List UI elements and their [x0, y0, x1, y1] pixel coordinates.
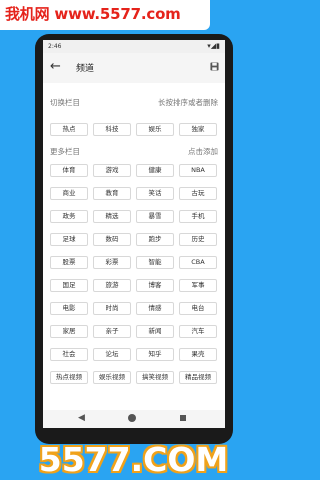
watermark-banner-top: 我机网 www.5577.com	[0, 0, 210, 30]
more-channel-chip[interactable]: 股票	[50, 256, 88, 269]
status-time: 2:46	[48, 43, 62, 50]
my-channel-chip[interactable]: 热点	[50, 123, 88, 136]
more-channel-chip[interactable]: 果壳	[179, 348, 217, 361]
more-channel-chip[interactable]: 精品视频	[179, 371, 217, 384]
navigation-bar: ◀	[43, 410, 225, 428]
my-channel-chip[interactable]: 科技	[93, 123, 131, 136]
signal-battery-icon: ▾◢▮	[207, 42, 220, 50]
more-channel-chip[interactable]: 军事	[179, 279, 217, 292]
watermark-text-top: 我机网 www.5577.com	[5, 5, 181, 23]
page-title: 频道	[76, 64, 95, 74]
save-icon[interactable]	[210, 62, 219, 71]
more-channels-hint: 点击添加	[188, 147, 218, 156]
app-screen: 2:46 ▾◢▮ ← 频道 切换栏目 长按排序或者删除 热点 科技 娱乐 独家 更多栏…	[43, 40, 225, 428]
more-channel-chip[interactable]: 跑步	[136, 233, 174, 246]
more-channel-chip[interactable]: 论坛	[93, 348, 131, 361]
more-channel-chip[interactable]: 手机	[179, 210, 217, 223]
more-channel-chip[interactable]: 智能	[136, 256, 174, 269]
nav-home-icon[interactable]	[128, 414, 136, 422]
more-channel-chip[interactable]: 政务	[50, 210, 88, 223]
more-channel-chip[interactable]: 时尚	[93, 302, 131, 315]
app-bar: ← 频道	[43, 53, 225, 83]
more-channel-chip[interactable]: 精选	[93, 210, 131, 223]
more-channel-chip[interactable]: 暴雪	[136, 210, 174, 223]
more-channel-chip[interactable]: 教育	[93, 187, 131, 200]
more-channel-chip[interactable]: 社会	[50, 348, 88, 361]
more-channel-chip[interactable]: 电台	[179, 302, 217, 315]
more-channel-chip[interactable]: 旅游	[93, 279, 131, 292]
more-channel-chip[interactable]: 新闻	[136, 325, 174, 338]
more-channel-chip[interactable]: 热点视频	[50, 371, 88, 384]
more-channel-chip[interactable]: 体育	[50, 164, 88, 177]
more-channel-chip[interactable]: 历史	[179, 233, 217, 246]
arrow-left-icon[interactable]: ←	[50, 59, 61, 75]
status-bar: 2:46 ▾◢▮	[43, 40, 225, 53]
more-channel-chip[interactable]: 搞笑视频	[136, 371, 174, 384]
more-channel-chip[interactable]: 古玩	[179, 187, 217, 200]
more-channel-chip[interactable]: 数码	[93, 233, 131, 246]
my-channels-hint: 长按排序或者删除	[158, 98, 218, 107]
my-channel-chip[interactable]: 娱乐	[136, 123, 174, 136]
more-channel-chip[interactable]: 商业	[50, 187, 88, 200]
nav-back-icon[interactable]: ◀	[78, 413, 85, 423]
more-channel-chip[interactable]: 笑话	[136, 187, 174, 200]
watermark-banner-bottom: 5577.COM	[0, 440, 267, 480]
more-channel-chip[interactable]: 知乎	[136, 348, 174, 361]
nav-recent-apps-icon[interactable]	[180, 415, 186, 421]
more-channel-chip[interactable]: 足球	[50, 233, 88, 246]
more-channel-chip[interactable]: 家居	[50, 325, 88, 338]
more-channel-chip[interactable]: 游戏	[93, 164, 131, 177]
more-channel-chip[interactable]: 博客	[136, 279, 174, 292]
more-channel-chip[interactable]: 亲子	[93, 325, 131, 338]
more-channel-chip[interactable]: 彩票	[93, 256, 131, 269]
more-channel-chip[interactable]: 娱乐视频	[93, 371, 131, 384]
watermark-text-bottom: 5577.COM	[38, 440, 229, 479]
more-channel-chip[interactable]: 汽车	[179, 325, 217, 338]
more-channels-label: 更多栏目	[50, 147, 80, 156]
more-channel-chip[interactable]: CBA	[179, 256, 217, 269]
more-channel-chip[interactable]: 国足	[50, 279, 88, 292]
my-channel-chip[interactable]: 独家	[179, 123, 217, 136]
more-channel-chip[interactable]: 电影	[50, 302, 88, 315]
my-channels-label: 切换栏目	[50, 98, 80, 107]
more-channel-chip[interactable]: 情感	[136, 302, 174, 315]
more-channel-chip[interactable]: 健康	[136, 164, 174, 177]
more-channel-chip[interactable]: NBA	[179, 164, 217, 177]
